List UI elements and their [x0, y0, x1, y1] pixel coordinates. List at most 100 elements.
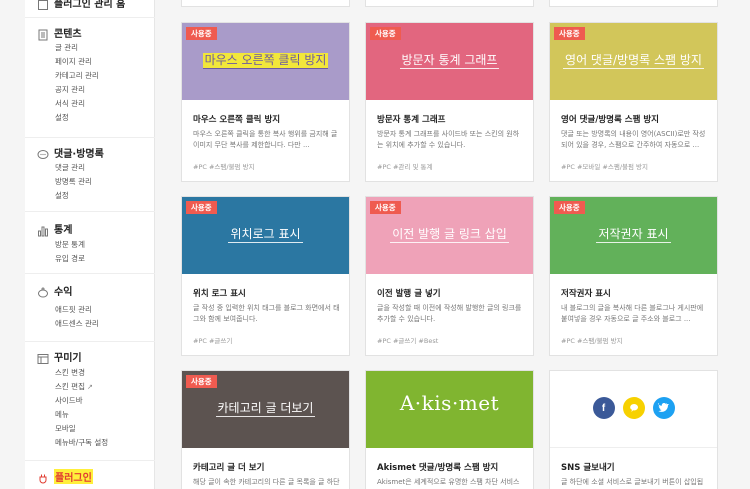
plugin-card-partial[interactable]	[549, 0, 718, 7]
admin-sidebar: 플러그인 관리 홈 콘텐츠 글 관리 페이지 관리 카테고리 관리 공지 관리 …	[25, 0, 155, 489]
sidebar-section-plugin: 플러그인	[25, 461, 155, 489]
thumbnail-title: 방문자 통계 그래프	[399, 53, 500, 69]
plugin-card[interactable]: 사용중 저작권자 표시 저작권자 표시 내 블로그의 글을 복사해 다른 블로그…	[549, 196, 718, 356]
plugin-thumbnail: A·kis·met	[366, 371, 533, 448]
piggy-bank-icon	[37, 284, 49, 298]
plugin-card[interactable]: 사용중 방문자 통계 그래프 방문자 통계 그래프 방문자 통계 그래프를 사이…	[365, 22, 534, 182]
in-use-badge: 사용중	[554, 201, 585, 214]
in-use-badge: 사용중	[186, 201, 217, 214]
plugin-description: 글 작성 중 입력한 위치 태그를 블로그 화면에서 태그와 함께 보여줍니다.	[193, 304, 340, 323]
sidebar-section-comments: 댓글·방명록 댓글 관리 방명록 관리 설정	[25, 138, 155, 212]
document-icon	[37, 26, 49, 41]
plugin-thumbnail: 사용중 이전 발행 글 링크 삽입	[366, 197, 533, 274]
in-use-badge: 사용중	[370, 201, 401, 214]
plugin-tags: #PC #관리 및 통계	[377, 163, 433, 171]
plugin-description: 글 하단에 소셜 서비스로 글보내기 버튼이 삽입됩니다.	[561, 478, 704, 486]
plugin-thumbnail: f	[550, 371, 717, 448]
sidebar-item-visit-stats[interactable]: 방문 통계	[55, 240, 85, 250]
sidebar-section-stats: 통계 방문 통계 유입 경로	[25, 212, 155, 274]
sidebar-section-title: 플러그인	[54, 468, 93, 484]
in-use-badge: 사용중	[554, 27, 585, 40]
sidebar-item-skin-change[interactable]: 스킨 변경	[55, 368, 85, 378]
plugin-description: Akismet은 세계적으로 유명한 스팸 차단 서비스로 ...	[377, 478, 520, 486]
sidebar-item-referrer[interactable]: 유입 경로	[55, 254, 85, 264]
in-use-badge: 사용중	[186, 27, 217, 40]
plug-icon	[37, 470, 49, 484]
sidebar-item-content-settings[interactable]: 설정	[55, 113, 69, 123]
sidebar-item-comment-manage[interactable]: 댓글 관리	[55, 163, 85, 173]
plugin-thumbnail: 사용중 위치로그 표시	[182, 197, 349, 274]
plugin-thumbnail: 사용중 영어 댓글/방명록 스팸 방지	[550, 23, 717, 100]
sidebar-section-title: 콘텐츠	[54, 28, 82, 40]
sidebar-item-template-manage[interactable]: 서식 관리	[55, 99, 85, 109]
kakao-icon	[622, 397, 645, 419]
sidebar-item-adsense[interactable]: 애드센스 관리	[55, 319, 99, 329]
sidebar-item-label: 플러그인 관리 홈	[54, 0, 126, 10]
plugin-tags: #PC #글쓰기 #Best	[377, 337, 439, 345]
plugin-tags: #PC #스팸/불펌 방지	[193, 163, 255, 171]
sidebar-heading-plugin[interactable]: 플러그인	[37, 468, 93, 484]
sidebar-item-page-manage[interactable]: 페이지 관리	[55, 57, 92, 67]
sidebar-item-mobile[interactable]: 모바일	[55, 424, 76, 434]
plugin-thumbnail: 사용중 카테고리 글 더보기	[182, 371, 349, 448]
plugin-name: 방문자 통계 그래프	[377, 115, 446, 125]
sidebar-heading-decor[interactable]: 꾸미기	[37, 348, 82, 364]
home-icon	[37, 0, 49, 10]
sidebar-item-adfit[interactable]: 애드핏 관리	[55, 305, 92, 315]
thumbnail-title: 위치로그 표시	[228, 227, 303, 243]
plugin-card[interactable]: 사용중 마우스 오른쪽 클릭 방지 마우스 오른쪽 클릭 방지 마우스 오른쪽 …	[181, 22, 350, 182]
sidebar-item-menubar-subscribe[interactable]: 메뉴바/구독 설정	[55, 438, 108, 448]
plugin-card[interactable]: 사용중 위치로그 표시 위치 로그 표시 글 작성 중 입력한 위치 태그를 블…	[181, 196, 350, 356]
plugin-card-partial[interactable]	[181, 0, 350, 7]
sidebar-item-guestbook-manage[interactable]: 방명록 관리	[55, 177, 92, 187]
sns-icon-row: f	[550, 397, 717, 419]
sidebar-section-home: 플러그인 관리 홈	[25, 0, 155, 18]
plugin-card[interactable]: 사용중 이전 발행 글 링크 삽입 이전 발행 글 넣기 글을 작성할 때 이전…	[365, 196, 534, 356]
layout-icon	[37, 350, 49, 364]
facebook-icon: f	[592, 397, 615, 419]
plugin-thumbnail: 사용중 방문자 통계 그래프	[366, 23, 533, 100]
plugin-name: 마우스 오른쪽 클릭 방지	[193, 115, 281, 125]
plugin-card[interactable]: 사용중 카테고리 글 더보기 카테고리 글 더 보기 해당 글이 속한 카테고리…	[181, 370, 350, 489]
sidebar-item-skin-edit[interactable]: 스킨 편집 ↗	[55, 382, 93, 392]
plugin-name: 카테고리 글 더 보기	[193, 463, 265, 473]
sidebar-section-title: 통계	[54, 224, 73, 236]
sidebar-item-category-manage[interactable]: 카테고리 관리	[55, 71, 99, 81]
sidebar-item-notice-manage[interactable]: 공지 관리	[55, 85, 85, 95]
sidebar-section-revenue: 수익 애드핏 관리 애드센스 관리	[25, 274, 155, 342]
plugin-name: SNS 글보내기	[561, 463, 615, 473]
bar-chart-icon	[37, 222, 49, 237]
sidebar-item-post-manage[interactable]: 글 관리	[55, 43, 78, 53]
plugin-card-partial[interactable]	[365, 0, 534, 7]
plugin-name: 저작권자 표시	[561, 289, 611, 299]
external-link-icon: ↗	[86, 383, 93, 391]
plugin-description: 해당 글이 속한 카테고리의 다른 글 목록을 글 하단에 보여줍니다.	[193, 478, 340, 486]
plugin-description: 마우스 오른쪽 클릭을 통한 복사 행위를 금지해 글 이미지 무단 복사를 제…	[193, 130, 338, 149]
sidebar-heading-revenue[interactable]: 수익	[37, 282, 72, 298]
plugin-description: 댓글 또는 방명록의 내용이 영어(ASCII)로만 작성되어 있을 경우, 스…	[561, 130, 706, 149]
sidebar-item-sidebar[interactable]: 사이드바	[55, 396, 83, 406]
plugin-description: 내 블로그의 글을 복사해 다른 블로그나 게시판에 붙여넣을 경우 자동으로 …	[561, 304, 704, 323]
speech-bubble-icon	[37, 146, 49, 159]
thumbnail-title: 영어 댓글/방명록 스팸 방지	[563, 53, 704, 69]
in-use-badge: 사용중	[186, 375, 217, 388]
plugin-card[interactable]: 사용중 영어 댓글/방명록 스팸 방지 영어 댓글/방명록 스팸 방지 댓글 또…	[549, 22, 718, 182]
plugin-card[interactable]: f SNS 글보내기 글 하단에 소셜 서비스로 글보내기 버튼이 삽입됩니다.	[549, 370, 718, 489]
plugin-thumbnail: 사용중 마우스 오른쪽 클릭 방지	[182, 23, 349, 100]
sidebar-heading-stats[interactable]: 통계	[37, 220, 73, 237]
sidebar-item-comment-settings[interactable]: 설정	[55, 191, 69, 201]
plugin-tags: #PC #스팸/불펌 방지	[561, 337, 623, 345]
plugin-thumbnail: 사용중 저작권자 표시	[550, 197, 717, 274]
sidebar-item-menu[interactable]: 메뉴	[55, 410, 69, 420]
plugin-tags: #PC #모바일 #스팸/불펌 방지	[561, 163, 649, 171]
sidebar-heading-comments[interactable]: 댓글·방명록	[37, 144, 104, 160]
sidebar-heading-content[interactable]: 콘텐츠	[37, 24, 82, 41]
thumbnail-title: 카테고리 글 더보기	[215, 401, 316, 417]
twitter-icon	[652, 397, 675, 419]
sidebar-section-title: 수익	[54, 286, 73, 298]
sidebar-item-plugin-home[interactable]: 플러그인 관리 홈	[37, 0, 125, 10]
plugin-card[interactable]: A·kis·met Akismet 댓글/방명록 스팸 방지 Akismet은 …	[365, 370, 534, 489]
plugin-name: 이전 발행 글 넣기	[377, 289, 441, 299]
plugin-description: 글을 작성할 때 이전에 작성해 발행한 글의 링크를 추가할 수 있습니다.	[377, 304, 522, 323]
plugin-name: 영어 댓글/방명록 스팸 방지	[561, 115, 660, 125]
